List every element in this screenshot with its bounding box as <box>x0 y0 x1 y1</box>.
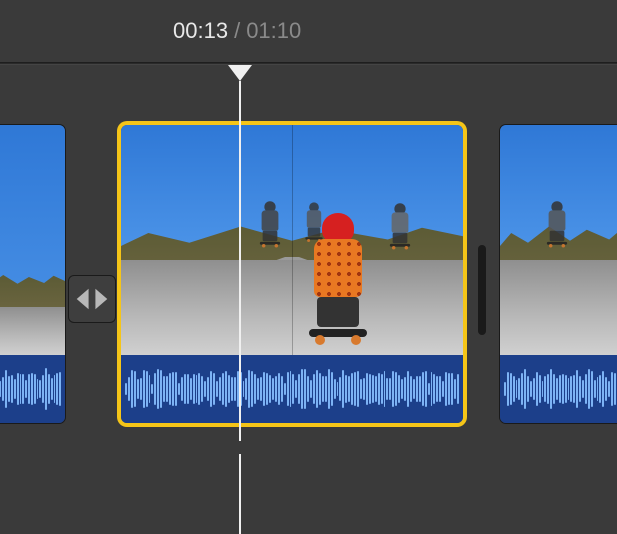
waveform <box>500 355 617 423</box>
clip-edge-handle[interactable] <box>478 245 486 335</box>
total-time: 01:10 <box>246 18 301 44</box>
waveform <box>0 355 65 423</box>
clip-prev[interactable] <box>0 125 65 423</box>
clip-thumbnail <box>0 125 65 355</box>
clip-next[interactable] <box>500 125 617 423</box>
timeline[interactable] <box>0 65 617 455</box>
time-separator: / <box>234 18 240 44</box>
playhead-icon[interactable] <box>228 65 252 81</box>
clip-audio-waveform[interactable] <box>500 355 617 423</box>
transition-crossfade[interactable] <box>68 275 116 323</box>
playhead-line[interactable] <box>239 81 241 441</box>
clip-audio-waveform[interactable] <box>121 355 463 423</box>
clip-thumbnail <box>500 125 617 355</box>
clip-selected[interactable] <box>121 125 463 423</box>
current-time: 00:13 <box>173 18 228 44</box>
playhead-line-extension <box>239 454 241 534</box>
clips-track <box>0 125 617 435</box>
clip-thumbnail <box>121 125 463 355</box>
transition-crossfade-icon <box>75 282 109 316</box>
timecode-header: 00:13 / 01:10 <box>0 0 617 62</box>
waveform <box>121 355 463 423</box>
clip-audio-waveform[interactable] <box>0 355 65 423</box>
